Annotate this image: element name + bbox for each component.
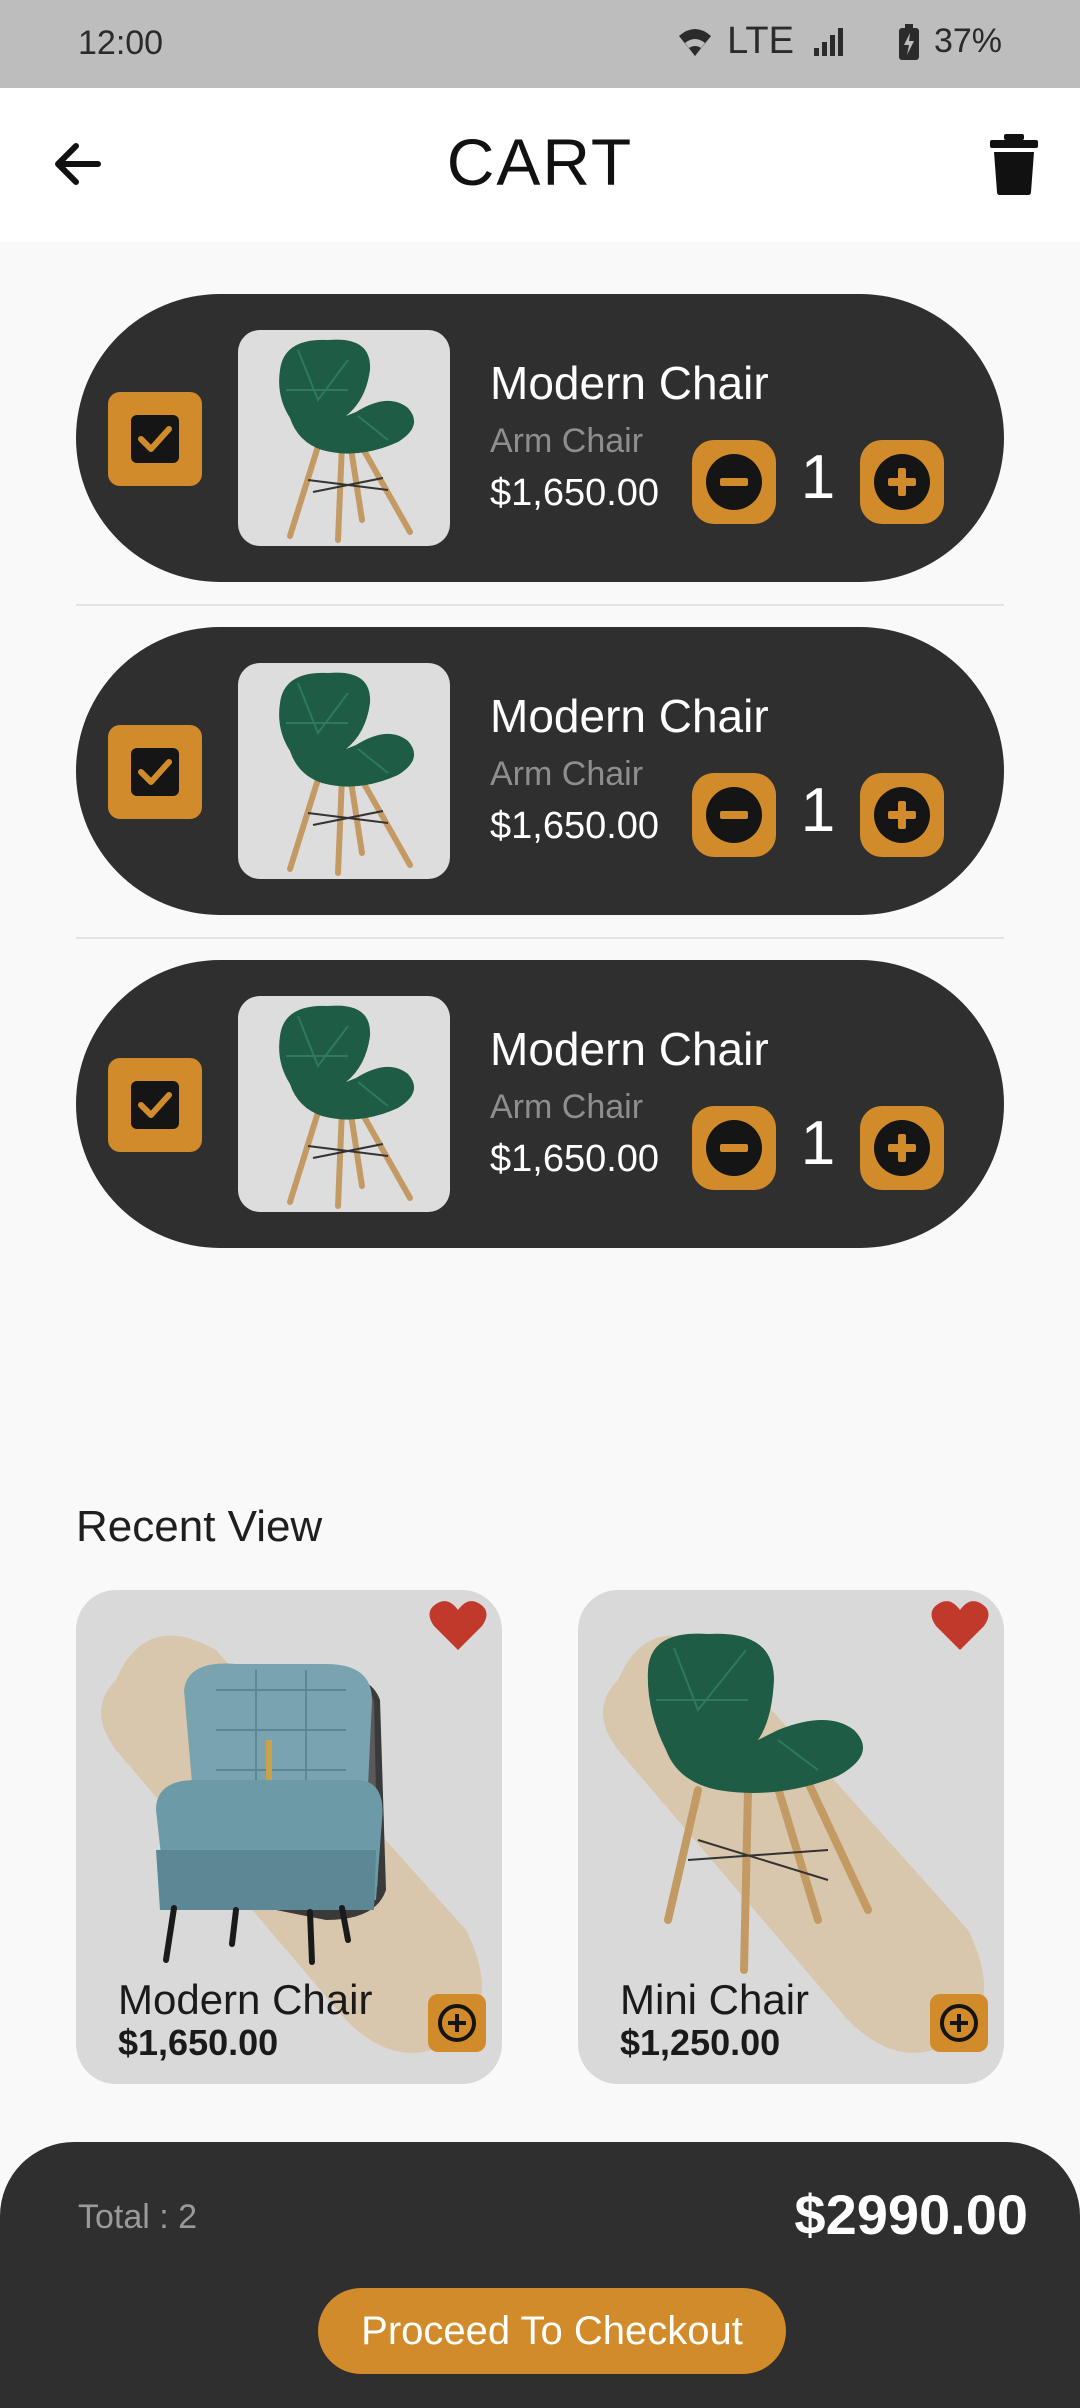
wifi-icon [677, 26, 713, 58]
decrease-quantity-button[interactable] [692, 440, 776, 524]
favorite-heart-icon[interactable] [930, 1598, 990, 1654]
battery-charging-icon [898, 23, 920, 60]
add-to-cart-button[interactable] [930, 1994, 988, 2052]
plus-icon [874, 787, 930, 843]
minus-icon [706, 454, 762, 510]
quantity-value: 1 [800, 776, 836, 845]
plus-icon [874, 1120, 930, 1176]
cart-item: Modern Chair Arm Chair $1,650.00 1 [76, 960, 1004, 1248]
proceed-to-checkout-button[interactable]: Proceed To Checkout [318, 2288, 786, 2374]
cart-list: Modern Chair Arm Chair $1,650.00 1 Moder… [76, 294, 1004, 1248]
item-price: $1,650.00 [490, 472, 660, 514]
minus-icon [706, 1120, 762, 1176]
item-checkbox[interactable] [108, 725, 202, 819]
cart-item: Modern Chair Arm Chair $1,650.00 1 [76, 627, 1004, 915]
product-image [238, 996, 450, 1212]
item-name: Modern Chair [490, 1023, 769, 1075]
product-image [238, 330, 450, 546]
app-bar: CART [0, 88, 1080, 242]
recent-product-card[interactable]: Mini Chair $1,250.00 [578, 1590, 1004, 2084]
network-label: LTE [727, 20, 794, 62]
quantity-value: 1 [800, 443, 836, 512]
product-image [238, 663, 450, 879]
divider [76, 937, 1004, 939]
item-category: Arm Chair [490, 755, 644, 793]
trash-icon [990, 134, 1038, 195]
minus-icon [706, 787, 762, 843]
status-bar: 12:00 LTE 37% [0, 0, 1080, 88]
checkmark-icon [131, 748, 179, 796]
item-category: Arm Chair [490, 422, 644, 460]
recent-product-price: $1,650.00 [118, 2022, 279, 2063]
increase-quantity-button[interactable] [860, 1106, 944, 1190]
decrease-quantity-button[interactable] [692, 1106, 776, 1190]
item-checkbox[interactable] [108, 392, 202, 486]
recent-product-name: Modern Chair [118, 1976, 373, 2023]
status-time: 12:00 [78, 24, 164, 62]
plus-icon [874, 454, 930, 510]
item-price: $1,650.00 [490, 1138, 660, 1180]
status-icons: LTE 37% [677, 20, 1002, 63]
divider [76, 604, 1004, 606]
quantity-value: 1 [800, 1109, 836, 1178]
decrease-quantity-button[interactable] [692, 773, 776, 857]
plus-circle-icon [940, 2004, 978, 2042]
item-category: Arm Chair [490, 1088, 644, 1126]
delete-all-button[interactable] [986, 132, 1042, 196]
battery-level: 37% [933, 22, 1002, 60]
signal-icon [812, 26, 846, 58]
recent-view-title: Recent View [76, 1502, 323, 1551]
checkmark-icon [131, 415, 179, 463]
page-title: CART [446, 125, 634, 199]
increase-quantity-button[interactable] [860, 773, 944, 857]
cart-item: Modern Chair Arm Chair $1,650.00 1 [76, 294, 1004, 582]
increase-quantity-button[interactable] [860, 440, 944, 524]
total-amount: $2990.00 [794, 2183, 1028, 2246]
item-name: Modern Chair [490, 690, 769, 742]
favorite-heart-icon[interactable] [428, 1598, 488, 1654]
checkout-panel: Total : 2 $2990.00 Proceed To Checkout [0, 2142, 1080, 2408]
plus-circle-icon [438, 2004, 476, 2042]
checkmark-icon [131, 1081, 179, 1129]
recent-product-name: Mini Chair [620, 1976, 810, 2023]
item-name: Modern Chair [490, 357, 769, 409]
recent-product-card[interactable]: Modern Chair $1,650.00 [76, 1590, 502, 2084]
recent-product-price: $1,250.00 [620, 2022, 781, 2063]
total-count-label: Total : 2 [78, 2198, 198, 2236]
item-price: $1,650.00 [490, 805, 660, 847]
add-to-cart-button[interactable] [428, 1994, 486, 2052]
item-checkbox[interactable] [108, 1058, 202, 1152]
